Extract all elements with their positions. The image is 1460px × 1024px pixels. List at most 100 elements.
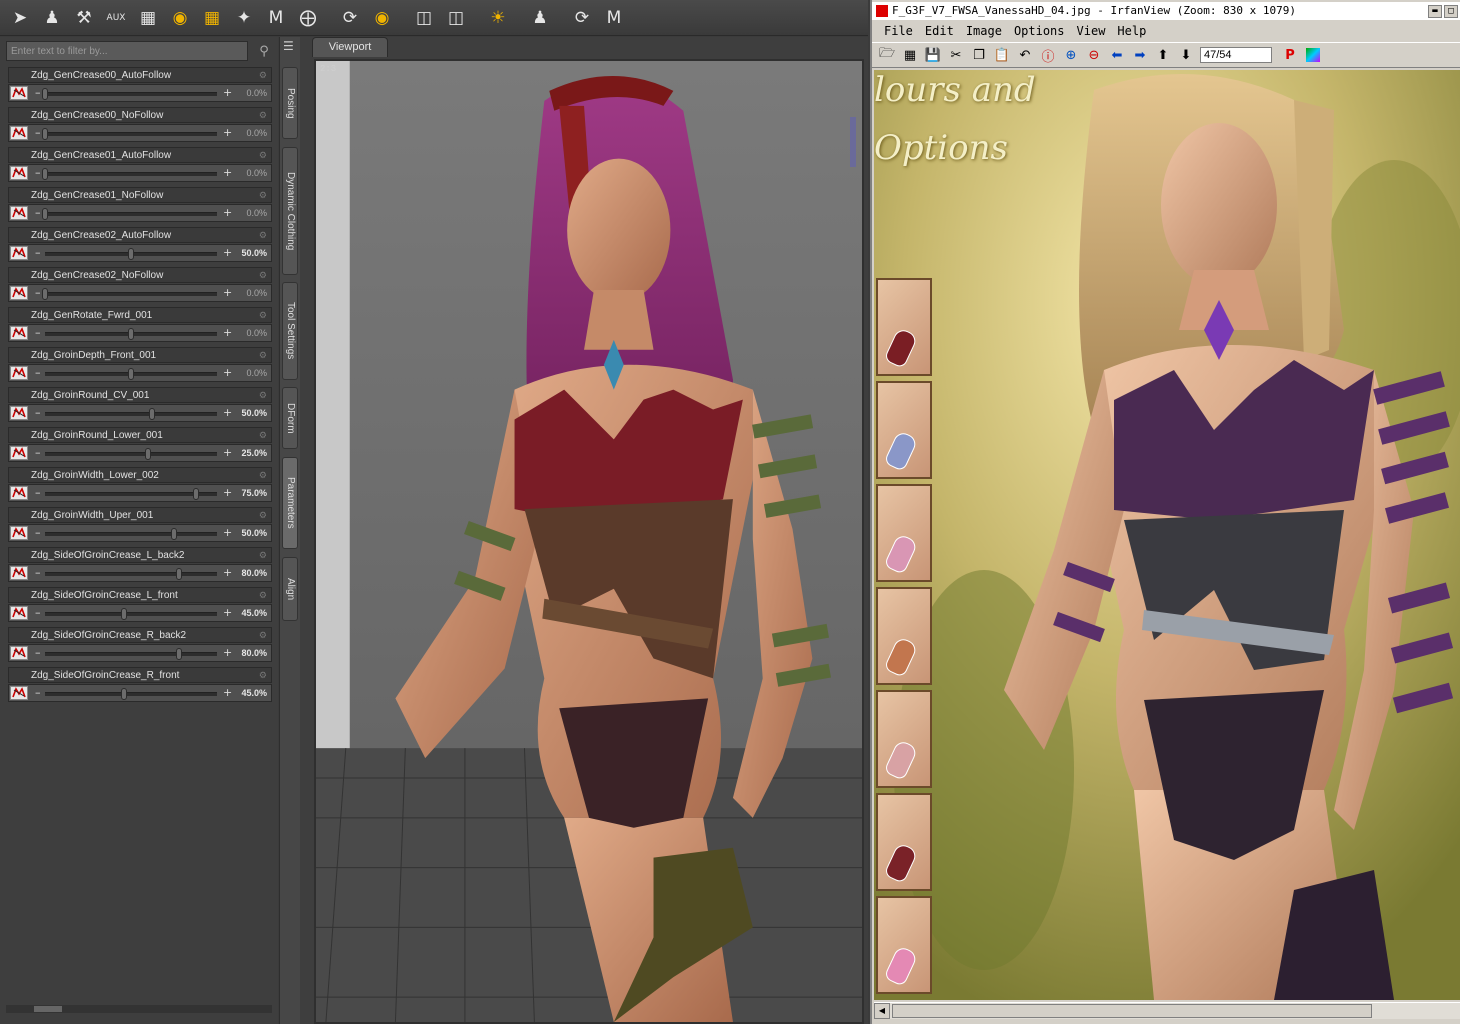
gear-icon[interactable]: ⚙ bbox=[259, 149, 267, 162]
gear-icon[interactable]: ⚙ bbox=[259, 69, 267, 82]
parameter-value[interactable]: 0.0% bbox=[246, 365, 267, 381]
side-tab-tool-settings[interactable]: Tool Settings bbox=[282, 282, 298, 380]
parameter-slider[interactable] bbox=[45, 688, 217, 700]
paste-icon[interactable]: 📋 bbox=[991, 44, 1013, 66]
slider-handle[interactable] bbox=[42, 88, 48, 100]
decrement-button[interactable]: – bbox=[35, 645, 41, 661]
decrement-button[interactable]: – bbox=[35, 405, 41, 421]
gear-icon[interactable]: ⚙ bbox=[259, 429, 267, 442]
gear-icon[interactable]: ⚙ bbox=[259, 189, 267, 202]
parameter-slider[interactable] bbox=[42, 208, 217, 220]
menu-file[interactable]: File bbox=[878, 21, 919, 41]
parameter-value[interactable]: 50.0% bbox=[241, 245, 267, 261]
decrement-button[interactable]: – bbox=[35, 365, 41, 381]
gear-icon[interactable]: ⚙ bbox=[259, 349, 267, 362]
first-page-icon[interactable]: ⬆ bbox=[1152, 44, 1174, 66]
decrement-button[interactable]: – bbox=[35, 85, 41, 101]
parameter-slider[interactable] bbox=[45, 408, 217, 420]
increment-button[interactable]: + bbox=[223, 565, 232, 581]
slider-handle[interactable] bbox=[128, 368, 134, 380]
slider-handle[interactable] bbox=[121, 688, 128, 700]
irfanview-titlebar[interactable]: F_G3F_V7_FWSA_VanessaHD_04.jpg - IrfanVi… bbox=[872, 2, 1460, 20]
gear-icon[interactable]: ⚙ bbox=[259, 669, 267, 682]
parameter-value[interactable]: 45.0% bbox=[241, 685, 267, 701]
bones-tool-icon[interactable]: ⚒ bbox=[70, 4, 98, 32]
gear-icon[interactable]: ⚙ bbox=[259, 109, 267, 122]
parameter-slider[interactable] bbox=[42, 168, 217, 180]
scrollbar-thumb[interactable] bbox=[892, 1004, 1372, 1018]
render-camera-icon[interactable]: ◉ bbox=[166, 4, 194, 32]
viewport-render[interactable] bbox=[316, 61, 862, 1022]
increment-button[interactable]: + bbox=[223, 525, 232, 541]
parameter-slider[interactable] bbox=[45, 528, 217, 540]
slider-handle[interactable] bbox=[121, 608, 128, 620]
decrement-button[interactable]: – bbox=[35, 165, 41, 181]
slider-handle[interactable] bbox=[193, 488, 200, 500]
zoom-out-icon[interactable]: ⊖ bbox=[1083, 44, 1105, 66]
joint-editor-icon[interactable]: ✦ bbox=[230, 4, 258, 32]
viewport-scrollbar[interactable] bbox=[850, 117, 856, 167]
image-display[interactable]: lours and Options bbox=[874, 70, 1460, 1000]
increment-button[interactable]: + bbox=[223, 365, 232, 381]
decrement-button[interactable]: – bbox=[35, 205, 41, 221]
parameter-value[interactable]: 50.0% bbox=[241, 525, 267, 541]
slider-handle[interactable] bbox=[42, 208, 48, 220]
slider-handle[interactable] bbox=[145, 448, 152, 460]
decrement-button[interactable]: – bbox=[35, 565, 41, 581]
slideshow-icon[interactable]: ▦ bbox=[899, 44, 921, 66]
scene-load-icon[interactable]: ◫ bbox=[410, 4, 438, 32]
decrement-button[interactable]: – bbox=[35, 485, 41, 501]
search-icon[interactable]: ⚲ bbox=[254, 42, 274, 62]
tab-viewport[interactable]: Viewport bbox=[312, 37, 388, 57]
decrement-button[interactable]: – bbox=[35, 685, 41, 701]
gear-icon[interactable]: ⚙ bbox=[259, 549, 267, 562]
parameter-value[interactable]: 80.0% bbox=[241, 565, 267, 581]
side-tab-align[interactable]: Align bbox=[282, 557, 298, 621]
rotate-render-icon[interactable]: ⟳ bbox=[336, 4, 364, 32]
parameter-value[interactable]: 25.0% bbox=[241, 445, 267, 461]
increment-button[interactable]: + bbox=[223, 245, 232, 261]
parameter-scrollbar[interactable] bbox=[6, 1005, 272, 1013]
region-navigator-icon[interactable]: ▦ bbox=[134, 4, 162, 32]
last-page-icon[interactable]: ⬇ bbox=[1175, 44, 1197, 66]
page-counter-field[interactable]: 47/54 bbox=[1200, 47, 1272, 63]
slider-handle[interactable] bbox=[42, 168, 48, 180]
scroll-left-arrow-icon[interactable]: ◀ bbox=[874, 1003, 890, 1019]
gear-icon[interactable]: ⚙ bbox=[259, 509, 267, 522]
figure-tool-icon[interactable]: ♟ bbox=[38, 4, 66, 32]
parameter-value[interactable]: 50.0% bbox=[241, 405, 267, 421]
decrement-button[interactable]: – bbox=[35, 325, 41, 341]
viewport-canvas[interactable]: 2:3 bbox=[314, 59, 864, 1024]
parameter-slider[interactable] bbox=[45, 608, 217, 620]
side-tab-dform[interactable]: DForm bbox=[282, 387, 298, 449]
menu-image[interactable]: Image bbox=[960, 21, 1008, 41]
slider-handle[interactable] bbox=[176, 648, 183, 660]
slider-handle[interactable] bbox=[171, 528, 177, 540]
slider-handle[interactable] bbox=[176, 568, 183, 580]
parameter-value[interactable]: 0.0% bbox=[246, 85, 267, 101]
side-tab-posing[interactable]: Posing bbox=[282, 67, 298, 139]
morph-m-icon[interactable]: M bbox=[262, 4, 290, 32]
decrement-button[interactable]: – bbox=[35, 245, 41, 261]
render-settings-icon[interactable]: ◉ bbox=[368, 4, 396, 32]
tab-menu-icon[interactable]: ☰ bbox=[283, 39, 294, 53]
side-tab-parameters[interactable]: Parameters bbox=[282, 457, 298, 549]
parameter-value[interactable]: 45.0% bbox=[241, 605, 267, 621]
decrement-button[interactable]: – bbox=[35, 125, 41, 141]
parameter-value[interactable]: 0.0% bbox=[246, 165, 267, 181]
increment-button[interactable]: + bbox=[223, 445, 232, 461]
aux-viewport-icon[interactable]: AUX bbox=[102, 4, 130, 32]
light-bulb-icon[interactable]: ☀ bbox=[484, 4, 512, 32]
increment-button[interactable]: + bbox=[223, 405, 232, 421]
gear-icon[interactable]: ⚙ bbox=[259, 309, 267, 322]
pose-arrow-icon[interactable]: ➤ bbox=[6, 4, 34, 32]
slider-handle[interactable] bbox=[128, 328, 134, 340]
parameter-value[interactable]: 80.0% bbox=[241, 645, 267, 661]
parameter-slider[interactable] bbox=[45, 488, 217, 500]
prev-arrow-icon[interactable]: ⬅ bbox=[1106, 44, 1128, 66]
increment-button[interactable]: + bbox=[223, 125, 232, 141]
open-icon[interactable]: 🗁 bbox=[876, 44, 898, 66]
parameter-slider[interactable] bbox=[42, 88, 217, 100]
side-tab-dynamic-clothing[interactable]: Dynamic Clothing bbox=[282, 147, 298, 275]
figure-transfer-icon[interactable]: ♟ bbox=[526, 4, 554, 32]
